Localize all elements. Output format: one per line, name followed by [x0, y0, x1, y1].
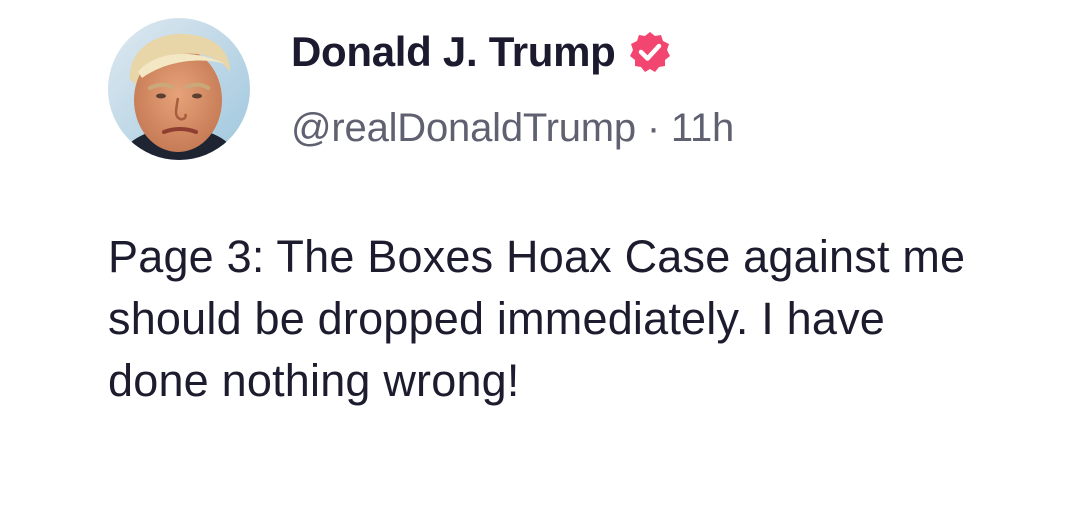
author-row: Donald J. Trump: [291, 24, 672, 80]
post-body-text: Page 3: The Boxes Hoax Case against me s…: [108, 231, 966, 406]
meta-separator: ·: [646, 106, 660, 150]
post-timestamp[interactable]: 11h: [671, 106, 734, 150]
verified-badge-icon: [628, 30, 672, 74]
post-card: Donald J. Trump @realDonaldTrump · 11h P…: [0, 0, 1080, 518]
post-meta: @realDonaldTrump · 11h: [291, 106, 734, 151]
author-avatar[interactable]: [108, 18, 250, 160]
author-display-name[interactable]: Donald J. Trump: [291, 28, 616, 76]
author-handle[interactable]: @realDonaldTrump: [291, 106, 636, 150]
avatar-image: [108, 18, 250, 160]
